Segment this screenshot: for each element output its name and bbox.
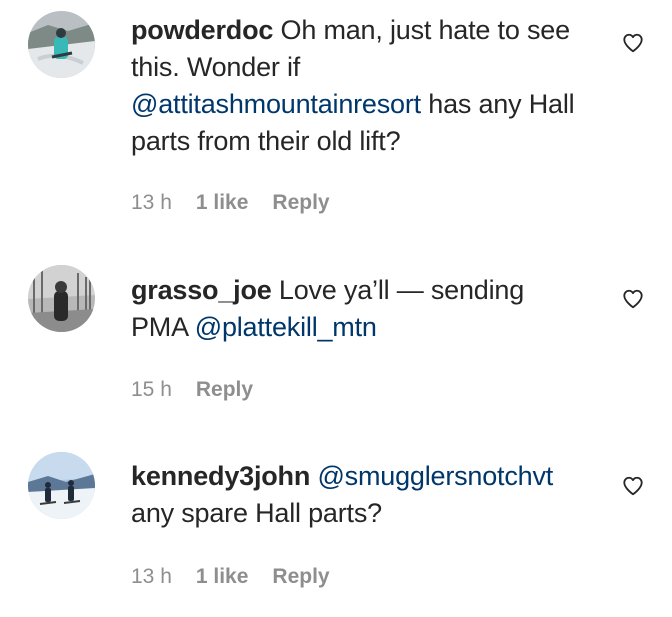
mention-link[interactable]: @attitashmountainresort	[131, 89, 421, 119]
comment-text-part: any spare Hall parts?	[131, 498, 382, 528]
profile-photo-skiers	[28, 452, 95, 519]
comment-timestamp: 15 h	[131, 378, 172, 401]
comment-text: grasso_joe Love ya’ll — sending PMA @pla…	[131, 272, 581, 346]
likes-count[interactable]: 1 like	[196, 565, 249, 588]
comment-username[interactable]: powderdoc	[131, 15, 273, 45]
comment-username[interactable]: kennedy3john	[131, 461, 310, 491]
reply-button[interactable]: Reply	[272, 191, 329, 214]
comment-meta: 15 h Reply	[131, 378, 277, 402]
likes-count[interactable]: 1 like	[196, 191, 249, 214]
reply-button[interactable]: Reply	[196, 378, 253, 401]
profile-photo-person-trees	[28, 265, 95, 332]
profile-photo-snow-person	[28, 11, 95, 78]
avatar[interactable]	[28, 452, 95, 519]
comment-timestamp: 13 h	[131, 191, 172, 214]
avatar[interactable]	[28, 265, 95, 332]
heart-outline-icon[interactable]	[622, 32, 644, 54]
comment-text: kennedy3john @smugglersnotchvt any spare…	[131, 458, 581, 532]
comment-meta: 13 h 1 like Reply	[131, 191, 354, 215]
comment-timestamp: 13 h	[131, 565, 172, 588]
mention-link[interactable]: @smugglersnotchvt	[317, 461, 553, 491]
avatar[interactable]	[28, 11, 95, 78]
comment-username[interactable]: grasso_joe	[131, 275, 272, 305]
reply-button[interactable]: Reply	[272, 565, 329, 588]
mention-link[interactable]: @plattekill_mtn	[195, 312, 377, 342]
comment-meta: 13 h 1 like Reply	[131, 565, 354, 589]
heart-outline-icon[interactable]	[622, 475, 644, 497]
comment-text: powderdoc Oh man, just hate to see this.…	[131, 12, 581, 160]
heart-outline-icon[interactable]	[622, 288, 644, 310]
